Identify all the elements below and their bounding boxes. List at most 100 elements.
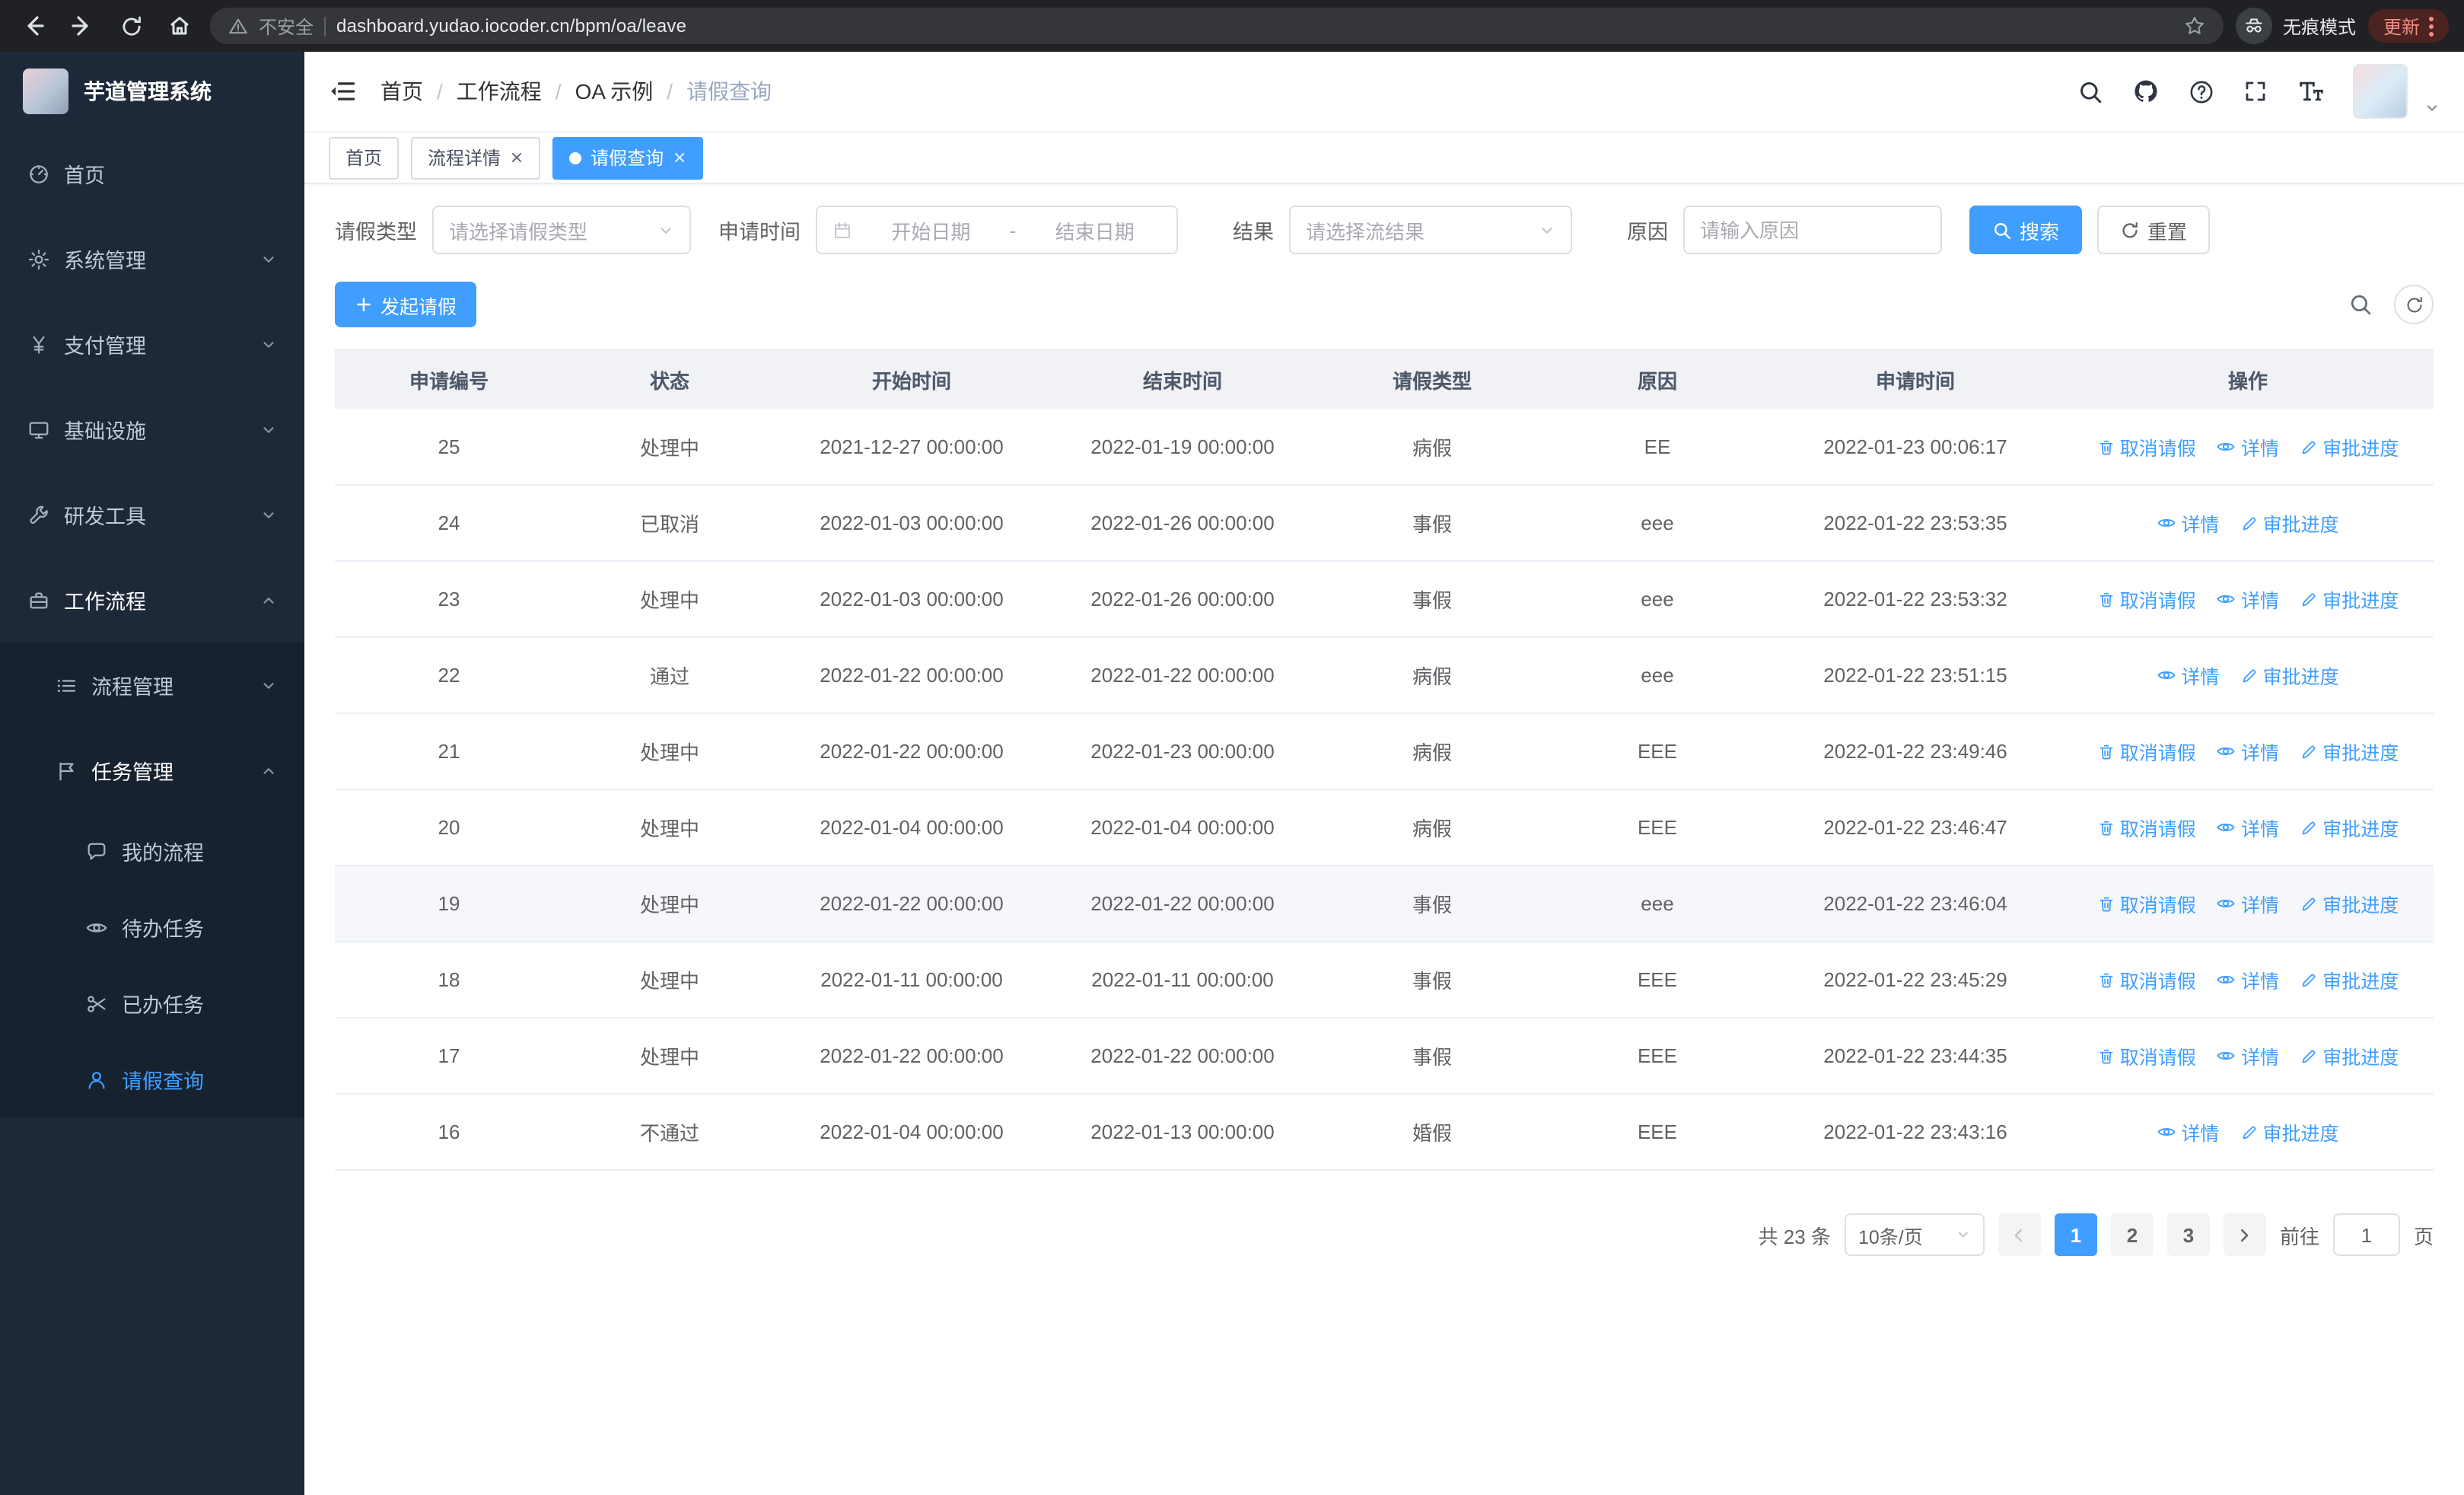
refresh-icon[interactable] (2394, 285, 2434, 324)
approval-progress-label: 审批进度 (2322, 971, 2399, 993)
cell-actions: 详情 审批进度 (2062, 485, 2434, 562)
back-button[interactable] (15, 8, 52, 44)
search-icon[interactable] (2077, 78, 2103, 104)
sidebar-collapse-icon[interactable] (329, 78, 356, 105)
avatar[interactable] (2353, 64, 2408, 119)
search-button[interactable]: 搜索 (1969, 206, 2083, 254)
cancel-leave-link[interactable]: 取消请假 (2097, 966, 2196, 995)
approval-progress-link[interactable]: 审批进度 (2300, 1042, 2399, 1071)
sidebar-item-task-management[interactable]: 任务管理 (0, 728, 304, 813)
breadcrumb-workflow[interactable]: 工作流程 (457, 76, 542, 107)
detail-link[interactable]: 详情 (2217, 965, 2279, 994)
detail-link[interactable]: 详情 (2157, 508, 2219, 537)
close-icon[interactable] (510, 151, 524, 164)
next-page-button[interactable] (2223, 1213, 2266, 1256)
cancel-leave-link[interactable]: 取消请假 (2097, 890, 2196, 919)
create-leave-button[interactable]: 发起请假 (335, 282, 477, 327)
total-count: 共 23 条 (1758, 1225, 1831, 1248)
sidebar-item-devtools[interactable]: 研发工具 (0, 472, 304, 557)
update-button[interactable]: 更新 (2367, 9, 2449, 43)
help-icon[interactable] (2189, 78, 2214, 104)
detail-link[interactable]: 详情 (2157, 661, 2219, 690)
detail-link[interactable]: 详情 (2217, 432, 2279, 461)
reset-button[interactable]: 重置 (2097, 206, 2211, 254)
workflow-submenu: 流程管理 任务管理 我的流程 待办任务 已办任务 请假查询 (0, 642, 304, 1117)
cell-leave-type: 婚假 (1318, 1094, 1546, 1171)
detail-link[interactable]: 详情 (2217, 813, 2279, 842)
sidebar-item-home[interactable]: 首页 (0, 131, 304, 216)
table-row: 18 处理中 2022-01-11 00:00:00 2022-01-11 00… (335, 942, 2434, 1018)
close-icon[interactable] (673, 151, 686, 164)
apply-time-range-picker[interactable]: 开始日期 - 结束日期 (816, 206, 1178, 254)
cancel-leave-link[interactable]: 取消请假 (2097, 738, 2196, 767)
sidebar-item-label: 首页 (64, 164, 105, 187)
approval-progress-link[interactable]: 审批进度 (2300, 433, 2399, 462)
chevron-down-icon (1539, 222, 1555, 238)
cancel-leave-link[interactable]: 取消请假 (2097, 814, 2196, 843)
sidebar-item-done-tasks[interactable]: 已办任务 (0, 965, 304, 1041)
github-icon[interactable] (2132, 78, 2160, 105)
approval-progress-link[interactable]: 审批进度 (2300, 738, 2399, 767)
chevron-down-icon (260, 421, 277, 438)
page-button-3[interactable]: 3 (2166, 1213, 2210, 1256)
prev-page-button[interactable] (1998, 1213, 2041, 1256)
approval-progress-link[interactable]: 审批进度 (2300, 890, 2399, 919)
approval-progress-link[interactable]: 审批进度 (2240, 1118, 2339, 1147)
cell-apply-time: 2022-01-22 23:45:29 (1768, 942, 2062, 1018)
browser-toolbar: 不安全 dashboard.yudao.iocoder.cn/bpm/oa/le… (0, 0, 2464, 52)
browser-menu-icon[interactable] (2429, 16, 2434, 36)
fullscreen-icon[interactable] (2243, 79, 2268, 104)
home-button[interactable] (161, 8, 198, 44)
sidebar-item-my-processes[interactable]: 我的流程 (0, 813, 304, 889)
sidebar-item-todo-tasks[interactable]: 待办任务 (0, 889, 304, 965)
address-bar[interactable]: 不安全 dashboard.yudao.iocoder.cn/bpm/oa/le… (210, 8, 2224, 44)
detail-link[interactable]: 详情 (2217, 889, 2279, 918)
result-label: 结果 (1233, 221, 1274, 244)
search-icon[interactable] (2348, 292, 2373, 317)
yen-icon (27, 333, 50, 355)
app-logo[interactable]: 芋道管理系统 (0, 52, 304, 131)
breadcrumb-home[interactable]: 首页 (380, 76, 423, 107)
cancel-leave-link[interactable]: 取消请假 (2097, 585, 2196, 614)
breadcrumb-oa-example[interactable]: OA 示例 (575, 76, 654, 107)
forward-button[interactable] (64, 8, 100, 44)
sidebar-item-infrastructure[interactable]: 基础设施 (0, 387, 304, 472)
create-leave-label: 发起请假 (380, 296, 457, 317)
cancel-leave-link[interactable]: 取消请假 (2097, 433, 2196, 462)
page-button-2[interactable]: 2 (2110, 1213, 2154, 1256)
cell-start-time: 2021-12-27 00:00:00 (776, 410, 1047, 486)
approval-progress-link[interactable]: 审批进度 (2240, 509, 2339, 538)
cell-actions: 取消请假 详情 审批进度 (2062, 942, 2434, 1018)
approval-progress-link[interactable]: 审批进度 (2240, 661, 2339, 690)
sidebar-item-workflow[interactable]: 工作流程 (0, 557, 304, 642)
result-select[interactable]: 请选择流结果 (1289, 206, 1572, 254)
tab-leave-query[interactable]: 请假查询 (552, 136, 704, 179)
tab-home[interactable]: 首页 (329, 136, 400, 179)
bookmark-star-icon[interactable] (2184, 15, 2205, 37)
chevron-down-icon[interactable] (2424, 100, 2440, 119)
detail-link[interactable]: 详情 (2217, 737, 2279, 766)
sidebar-item-process-management[interactable]: 流程管理 (0, 642, 304, 728)
page-size-value: 10条/页 (1858, 1226, 1923, 1248)
sidebar-item-system[interactable]: 系统管理 (0, 216, 304, 301)
reason-input[interactable] (1683, 206, 1942, 254)
page-button-1[interactable]: 1 (2054, 1213, 2097, 1256)
cell-status: 处理中 (563, 561, 776, 638)
approval-progress-link[interactable]: 审批进度 (2300, 585, 2399, 614)
detail-link[interactable]: 详情 (2217, 585, 2279, 614)
sidebar-item-leave-query[interactable]: 请假查询 (0, 1041, 304, 1117)
leave-type-select[interactable]: 请选择请假类型 (432, 206, 691, 254)
sidebar-item-payment[interactable]: 支付管理 (0, 301, 304, 387)
tab-process-detail[interactable]: 流程详情 (411, 136, 541, 179)
detail-link[interactable]: 详情 (2157, 1117, 2219, 1146)
tab-label: 首页 (345, 148, 383, 169)
detail-link[interactable]: 详情 (2217, 1041, 2279, 1070)
approval-progress-link[interactable]: 审批进度 (2300, 966, 2399, 995)
reload-button[interactable] (113, 8, 149, 44)
cancel-leave-link[interactable]: 取消请假 (2097, 1042, 2196, 1071)
font-size-icon[interactable] (2297, 78, 2324, 105)
page-size-select[interactable]: 10条/页 (1844, 1213, 1985, 1256)
approval-progress-link[interactable]: 审批进度 (2300, 814, 2399, 843)
cell-apply-time: 2022-01-22 23:46:04 (1768, 865, 2062, 942)
goto-page-input[interactable] (2332, 1213, 2400, 1256)
